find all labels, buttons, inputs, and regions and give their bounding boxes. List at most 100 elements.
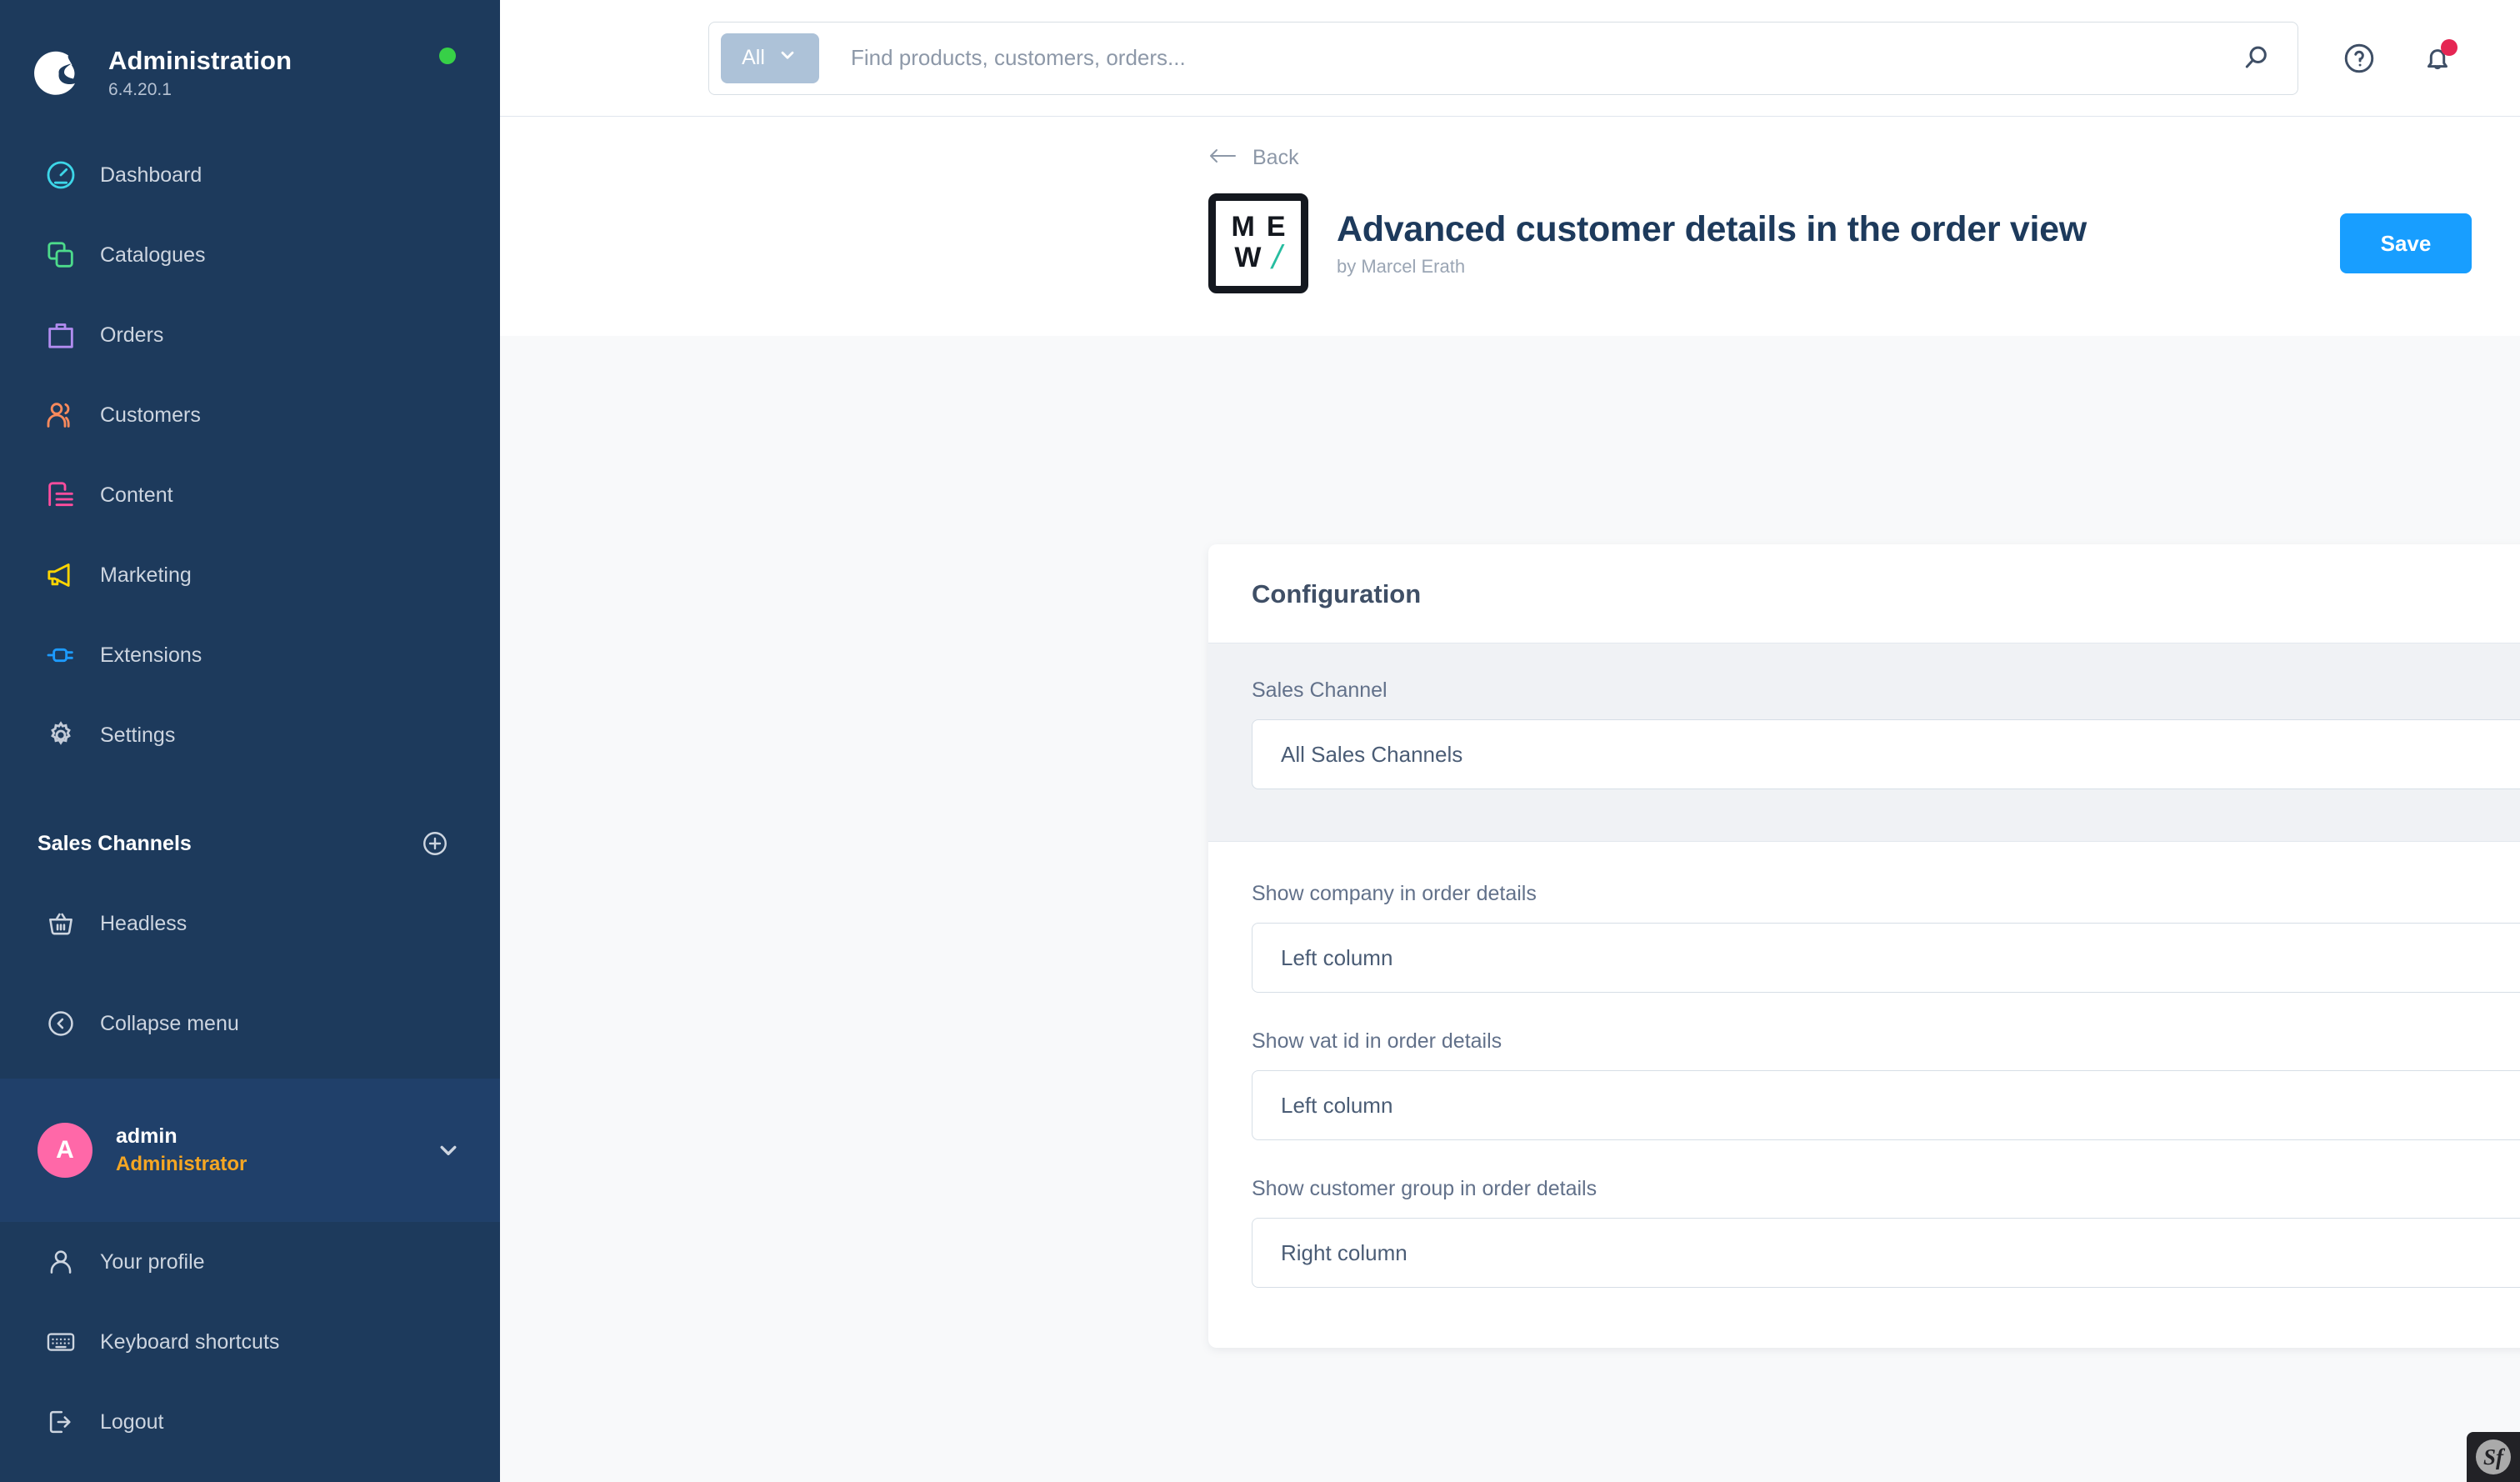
bell-icon[interactable] [2420,38,2458,76]
plug-icon [38,638,84,672]
plugin-logo-line1: M E [1216,213,1301,241]
sidebar-collapse-label: Collapse menu [100,1011,239,1035]
content-area: Configuration Sales Channel All Sales Ch… [500,336,2520,1482]
show-vat-id-select[interactable]: Left column [1252,1070,2520,1140]
sidebar-item-dashboard[interactable]: Dashboard [0,135,500,215]
users-icon [38,398,84,432]
plugin-logo-char-w: W [1234,242,1262,273]
sidebar-app-title: Administration [108,46,292,76]
sidebar-item-label: Content [100,483,173,507]
sidebar-item-settings[interactable]: Settings [0,695,500,775]
chevron-down-icon[interactable] [434,1136,462,1164]
page-author: by Marcel Erath [1337,256,1466,278]
shopware-logo-icon [32,47,83,98]
app-root: Administration 6.4.20.1 Dashboard Catalo… [0,0,2520,1482]
field-value: Left column [1281,1092,1393,1118]
sales-channel-select[interactable]: All Sales Channels [1252,719,2520,789]
topbar: All [500,0,2520,117]
sidebar-item-headless[interactable]: Headless [0,884,500,964]
sidebar-item-extensions[interactable]: Extensions [0,615,500,695]
page-header-spacer [500,296,2472,336]
sidebar-app-version: 6.4.20.1 [108,79,172,99]
field-label: Show vat id in order details [1252,1029,1502,1053]
sidebar-brand: Administration 6.4.20.1 [0,0,500,117]
bag-icon [38,318,84,352]
field-label: Show customer group in order details [1252,1177,1598,1200]
symfony-profiler-toolbar[interactable]: Sf [2467,1432,2520,1482]
search-input[interactable] [819,45,2228,71]
back-row: Back [500,117,2472,171]
sidebar-item-orders[interactable]: Orders [0,295,500,375]
sales-channel-value: All Sales Channels [1281,741,1463,767]
gauge-icon [38,158,84,192]
layers-icon [38,238,84,272]
main-area: All Find products, customers, orders... … [500,0,2520,1482]
plugin-logo-icon: M E W / [1208,193,1308,293]
sales-channel-label: Sales Channel [1252,678,1388,702]
page-header: Back M E W / Advanced customer details i… [500,117,2520,336]
search-icon[interactable] [2228,42,2286,75]
field-value: Left column [1281,944,1393,970]
global-search-bar: All [708,21,2298,95]
sidebar-user-meta: admin Administrator [116,1124,434,1177]
sidebar-brand-text: Administration 6.4.20.1 [108,46,292,99]
help-circle-icon[interactable] [2342,41,2377,76]
show-company-select[interactable]: Left column [1252,923,2520,993]
sidebar-item-label: Settings [100,723,176,747]
status-dot-icon [439,48,456,64]
save-button[interactable]: Save [2340,213,2472,273]
sidebar-item-label: Dashboard [100,163,202,187]
logout-icon [38,1406,84,1438]
sidebar-item-label: Marketing [100,563,192,587]
configuration-card: Configuration Sales Channel All Sales Ch… [1208,544,2520,1348]
sidebar-item-customers[interactable]: Customers [0,375,500,455]
field-value: Right column [1281,1239,1408,1265]
page-title: Advanced customer details in the order v… [1337,208,2087,249]
sidebar-main-nav: Dashboard Catalogues Orders Customers Co… [0,135,500,775]
search-scope-selector[interactable]: All [721,33,819,83]
plugin-logo-char-e: E [1266,211,1286,243]
sidebar-sales-channels-header: Sales Channels [0,804,500,884]
chevron-down-icon [777,44,798,72]
field-show-customer-group: Show customer group in order details Rig… [1252,1177,2520,1288]
sidebar-item-label: Logout [100,1409,164,1434]
gear-icon [38,718,84,752]
symfony-icon: Sf [2476,1439,2511,1474]
sales-channel-block: Sales Channel All Sales Channels [1208,643,2520,842]
sidebar-item-label: Headless [100,911,188,935]
sidebar-item-marketing[interactable]: Marketing [0,535,500,615]
plugin-logo-line2: W / [1216,239,1301,276]
sidebar-item-your-profile[interactable]: Your profile [0,1222,500,1302]
field-show-company: Show company in order details Left colum… [1252,882,2520,993]
keyboard-icon [38,1326,84,1358]
field-label: Show company in order details [1252,882,1537,905]
sidebar-item-content[interactable]: Content [0,455,500,535]
sidebar-item-label: Customers [100,403,201,427]
plugin-logo-char-m: M [1231,211,1255,243]
sidebar: Administration 6.4.20.1 Dashboard Catalo… [0,0,500,1482]
back-label: Back [1252,146,1299,169]
megaphone-icon [38,558,84,592]
sidebar-user-block[interactable]: A admin Administrator [0,1079,500,1222]
configuration-card-header: Configuration [1208,544,2520,643]
user-name: admin [116,1124,178,1148]
sidebar-item-keyboard-shortcuts[interactable]: Keyboard shortcuts [0,1302,500,1382]
sidebar-item-logout[interactable]: Logout [0,1382,500,1462]
basket-icon [38,908,84,939]
sidebar-item-catalogues[interactable]: Catalogues [0,215,500,295]
search-scope-label: All [742,46,765,69]
card-title: Configuration [1252,579,1422,608]
sidebar-item-label: Keyboard shortcuts [100,1329,280,1354]
sidebar-item-label: Extensions [100,643,202,667]
sidebar-item-label: Catalogues [100,243,206,267]
page-title-block: Advanced customer details in the order v… [1337,209,2340,278]
content-icon [38,478,84,512]
sidebar-collapse-menu[interactable]: Collapse menu [0,984,500,1064]
config-fields-block: Show company in order details Left colum… [1208,842,2520,1348]
show-customer-group-select[interactable]: Right column [1252,1218,2520,1288]
sidebar-item-label: Your profile [100,1249,205,1274]
plugin-logo-slash: / [1268,239,1287,276]
back-button[interactable]: Back [1208,145,1299,171]
plus-circle-icon[interactable] [420,829,450,859]
